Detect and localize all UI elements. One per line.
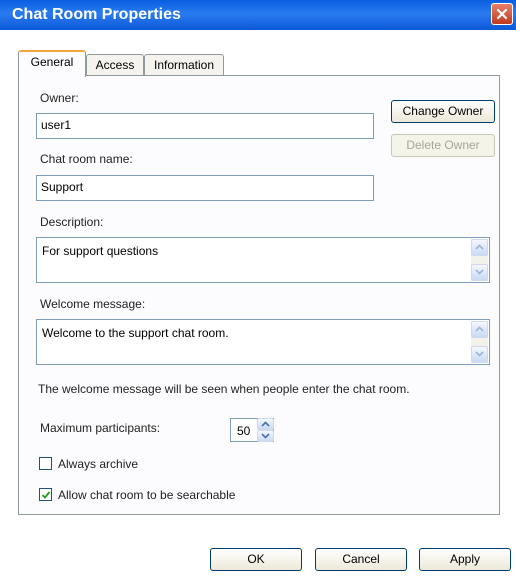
chat-room-properties-dialog: Chat Room Properties General Access Info… [0, 0, 516, 582]
max-participants-value: 50 [237, 424, 251, 438]
chevron-down-icon [475, 351, 484, 357]
chevron-up-icon [261, 421, 270, 427]
always-archive-checkbox[interactable] [39, 457, 52, 470]
delete-owner-button[interactable]: Delete Owner [391, 134, 495, 157]
owner-field[interactable]: user1 [36, 113, 374, 139]
cancel-button[interactable]: Cancel [315, 548, 407, 571]
welcome-message-text: Welcome to the support chat room. [42, 326, 229, 340]
apply-button[interactable]: Apply [419, 548, 511, 571]
scroll-down-button[interactable] [471, 346, 488, 363]
change-owner-button[interactable]: Change Owner [391, 100, 495, 123]
welcome-message-scrollbar[interactable] [471, 321, 488, 363]
chevron-up-icon [475, 244, 484, 250]
description-label: Description: [40, 215, 104, 229]
tab-information[interactable]: Information [144, 54, 224, 75]
searchable-checkbox[interactable] [39, 488, 52, 501]
always-archive-label[interactable]: Always archive [58, 457, 138, 471]
spin-up-button[interactable] [257, 418, 274, 430]
room-name-field[interactable]: Support [36, 175, 374, 201]
description-scrollbar[interactable] [471, 239, 488, 281]
close-button[interactable] [491, 3, 513, 25]
scroll-down-button[interactable] [471, 264, 488, 281]
welcome-message-label: Welcome message: [40, 297, 146, 311]
max-participants-label: Maximum participants: [40, 421, 161, 435]
searchable-label[interactable]: Allow chat room to be searchable [58, 488, 235, 502]
scroll-up-button[interactable] [471, 321, 488, 338]
chevron-down-icon [261, 433, 270, 439]
spin-down-button[interactable] [257, 430, 274, 442]
room-name-label: Chat room name: [40, 152, 133, 166]
description-field[interactable]: For support questions [36, 237, 490, 283]
chevron-up-icon [475, 326, 484, 332]
max-participants-spinner[interactable] [257, 418, 274, 442]
checkmark-icon [41, 491, 51, 499]
welcome-message-hint: The welcome message will be seen when pe… [38, 382, 410, 396]
title-bar[interactable]: Chat Room Properties [0, 0, 516, 30]
window-title: Chat Room Properties [12, 6, 181, 23]
tab-access[interactable]: Access [86, 54, 144, 75]
owner-label: Owner: [40, 91, 79, 105]
chevron-down-icon [475, 269, 484, 275]
scroll-up-button[interactable] [471, 239, 488, 256]
ok-button[interactable]: OK [210, 548, 302, 571]
welcome-message-field[interactable]: Welcome to the support chat room. [36, 319, 490, 365]
tab-general[interactable]: General [18, 50, 86, 77]
description-text: For support questions [42, 244, 159, 258]
close-icon [496, 8, 508, 20]
